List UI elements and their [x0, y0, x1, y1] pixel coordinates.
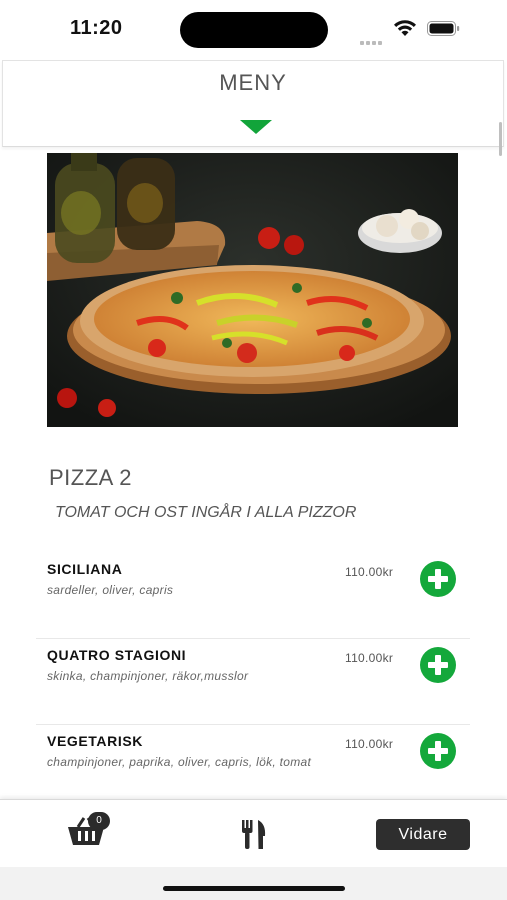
pizza-image — [47, 153, 458, 427]
home-indicator[interactable] — [163, 886, 345, 891]
add-to-cart-button[interactable] — [420, 561, 456, 597]
list-item: SICILIANA sardeller, oliver, capris 110.… — [36, 561, 470, 621]
home-area — [0, 867, 507, 900]
add-to-cart-button[interactable] — [420, 733, 456, 769]
next-button[interactable]: Vidare — [376, 819, 470, 850]
item-description: sardeller, oliver, capris — [47, 583, 174, 597]
dynamic-island — [180, 12, 328, 48]
item-description: skinka, champinjoner, räkor,musslor — [47, 669, 249, 683]
list-item: VEGETARISK champinjoner, paprika, oliver… — [36, 733, 470, 793]
status-bar: 11:20 — [0, 0, 507, 58]
item-price: 110.00kr — [345, 565, 394, 579]
list-item: QUATRO STAGIONI skinka, champinjoner, rä… — [36, 647, 470, 707]
page-title: MENY — [219, 70, 287, 95]
section-subtitle: TOMAT OCH OST INGÅR I ALLA PIZZOR — [55, 504, 357, 521]
section-title: PIZZA 2 — [49, 465, 132, 490]
divider — [36, 638, 470, 639]
item-name: SICILIANA — [47, 561, 123, 577]
item-price: 110.00kr — [345, 651, 394, 665]
chevron-down-icon[interactable] — [239, 117, 273, 137]
item-name: VEGETARISK — [47, 733, 143, 749]
item-price: 110.00kr — [345, 737, 394, 751]
status-time: 11:20 — [70, 17, 123, 39]
add-to-cart-button[interactable] — [420, 647, 456, 683]
battery-icon — [427, 21, 460, 36]
item-name: QUATRO STAGIONI — [47, 647, 187, 663]
divider — [36, 724, 470, 725]
item-description: champinjoner, paprika, oliver, capris, l… — [47, 755, 312, 769]
scrollbar[interactable] — [499, 122, 502, 156]
cart-count-badge: 0 — [88, 812, 110, 830]
menu-header: MENY — [2, 60, 504, 147]
wifi-icon — [394, 20, 416, 36]
cutlery-icon[interactable] — [239, 818, 269, 850]
cellular-signal-icon — [360, 27, 384, 45]
